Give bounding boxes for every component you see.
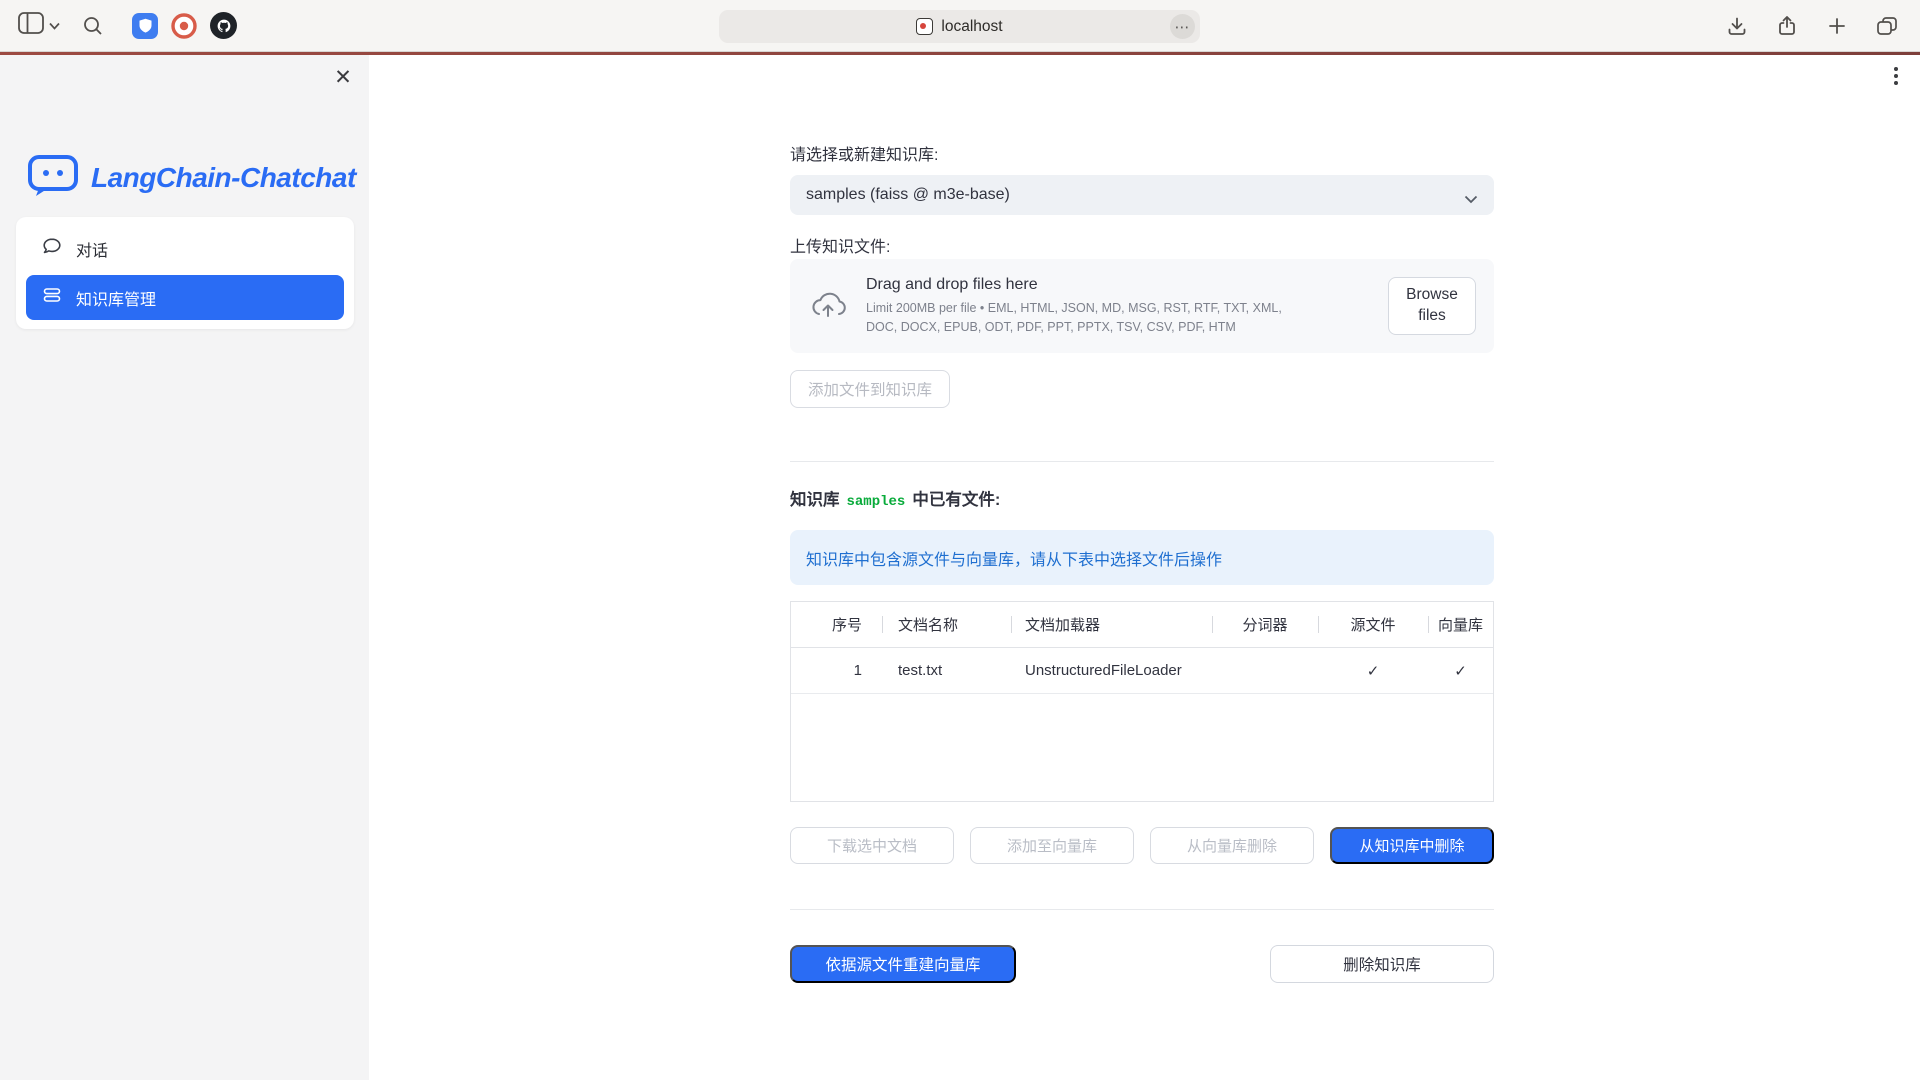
table-row[interactable]: 1 test.txt UnstructuredFileLoader ✓ ✓ (791, 648, 1493, 694)
ring-extension-icon[interactable] (171, 13, 197, 39)
remove-from-vector-store-button[interactable]: 从向量库删除 (1150, 827, 1314, 864)
sidebar-menu: 对话 知识库管理 (16, 217, 354, 329)
download-selected-button[interactable]: 下载选中文档 (790, 827, 954, 864)
add-files-to-kb-button[interactable]: 添加文件到知识库 (790, 370, 950, 408)
cell-vector-check: ✓ (1428, 648, 1493, 693)
rebuild-vector-store-button[interactable]: 依据源文件重建向量库 (790, 945, 1016, 983)
cell-index: 1 (791, 648, 882, 693)
files-table: 序号 文档名称 文档加载器 分词器 源文件 向量库 1 test.txt Uns… (790, 601, 1494, 802)
cloud-upload-icon (808, 288, 848, 325)
kb-select-label: 请选择或新建知识库: (790, 141, 938, 165)
add-to-vector-store-button[interactable]: 添加至向量库 (970, 827, 1134, 864)
shield-extension-icon[interactable] (132, 13, 158, 39)
browse-files-button[interactable]: Browse files (1388, 277, 1476, 335)
address-bar[interactable]: localhost ⋯ (719, 10, 1200, 43)
cell-name: test.txt (882, 648, 1011, 693)
url-text: localhost (941, 18, 1002, 36)
info-alert-text: 知识库中包含源文件与向量库，请从下表中选择文件后操作 (806, 546, 1222, 570)
info-alert: 知识库中包含源文件与向量库，请从下表中选择文件后操作 (790, 530, 1494, 585)
kb-bottom-buttons: 依据源文件重建向量库 删除知识库 (790, 945, 1494, 983)
kb-select-dropdown[interactable]: samples (faiss @ m3e-base) (790, 175, 1494, 215)
heading-prefix: 知识库 (790, 486, 840, 510)
divider (790, 909, 1494, 910)
col-header-index[interactable]: 序号 (791, 602, 882, 647)
chevron-down-icon (49, 17, 60, 35)
sidebar-panel-icon (18, 12, 44, 39)
search-icon[interactable] (78, 11, 108, 41)
logo-text: LangChain-Chatchat (91, 162, 356, 194)
app-window: ✕ LangChain-Chatchat 对话 (0, 55, 1920, 1080)
site-favicon-icon (916, 18, 933, 35)
share-icon[interactable] (1772, 11, 1802, 41)
kb-name-code: samples (847, 494, 906, 510)
menu-item-label: 知识库管理 (76, 286, 156, 310)
col-header-vector[interactable]: 向量库 (1428, 602, 1493, 647)
extensions-row (132, 12, 237, 39)
knowledge-base-icon (42, 285, 62, 310)
uploader-texts: Drag and drop files here Limit 200MB per… (866, 276, 1370, 337)
sidebar-close-button[interactable]: ✕ (328, 62, 358, 92)
app-menu-button[interactable] (1884, 63, 1908, 89)
new-tab-icon[interactable] (1822, 11, 1852, 41)
cell-splitter (1212, 648, 1318, 693)
delete-kb-button[interactable]: 删除知识库 (1270, 945, 1494, 983)
existing-files-heading: 知识库 samples 中已有文件: (790, 486, 1000, 510)
uploader-limit-text: Limit 200MB per file • EML, HTML, JSON, … (866, 299, 1306, 337)
browser-toolbar: localhost ⋯ (0, 0, 1920, 52)
file-action-buttons: 下载选中文档 添加至向量库 从向量库删除 从知识库中删除 (790, 827, 1494, 864)
col-header-loader[interactable]: 文档加载器 (1011, 602, 1212, 647)
uploader-title: Drag and drop files here (866, 276, 1370, 294)
menu-item-chat[interactable]: 对话 (26, 226, 344, 271)
kb-selected-value: samples (faiss @ m3e-base) (806, 186, 1010, 204)
downloads-icon[interactable] (1722, 11, 1752, 41)
upload-label: 上传知识文件: (790, 233, 890, 257)
logo-chat-bubble-icon (27, 153, 79, 202)
menu-item-label: 对话 (76, 237, 108, 261)
sidebar: ✕ LangChain-Chatchat 对话 (0, 55, 369, 1080)
file-uploader-dropzone[interactable]: Drag and drop files here Limit 200MB per… (790, 259, 1494, 353)
col-header-name[interactable]: 文档名称 (882, 602, 1011, 647)
page-options-icon[interactable]: ⋯ (1170, 14, 1195, 39)
heading-suffix: 中已有文件: (912, 486, 1000, 510)
delete-from-kb-button[interactable]: 从知识库中删除 (1330, 827, 1494, 864)
col-header-splitter[interactable]: 分词器 (1212, 602, 1318, 647)
menu-item-knowledge-base[interactable]: 知识库管理 (26, 275, 344, 320)
sidebar-toggle-button[interactable] (18, 12, 60, 39)
tab-overview-icon[interactable] (1872, 11, 1902, 41)
divider (790, 461, 1494, 462)
cell-loader: UnstructuredFileLoader (1011, 648, 1212, 693)
table-header-row: 序号 文档名称 文档加载器 分词器 源文件 向量库 (791, 602, 1493, 648)
col-header-source[interactable]: 源文件 (1318, 602, 1428, 647)
cell-source-check: ✓ (1318, 648, 1428, 693)
kb-management-page: 请选择或新建知识库: samples (faiss @ m3e-base) 上传… (790, 55, 1494, 1080)
chevron-down-icon (1464, 191, 1478, 209)
app-logo: LangChain-Chatchat (27, 153, 356, 202)
chat-bubble-icon (42, 236, 62, 261)
github-extension-icon[interactable] (210, 12, 237, 39)
